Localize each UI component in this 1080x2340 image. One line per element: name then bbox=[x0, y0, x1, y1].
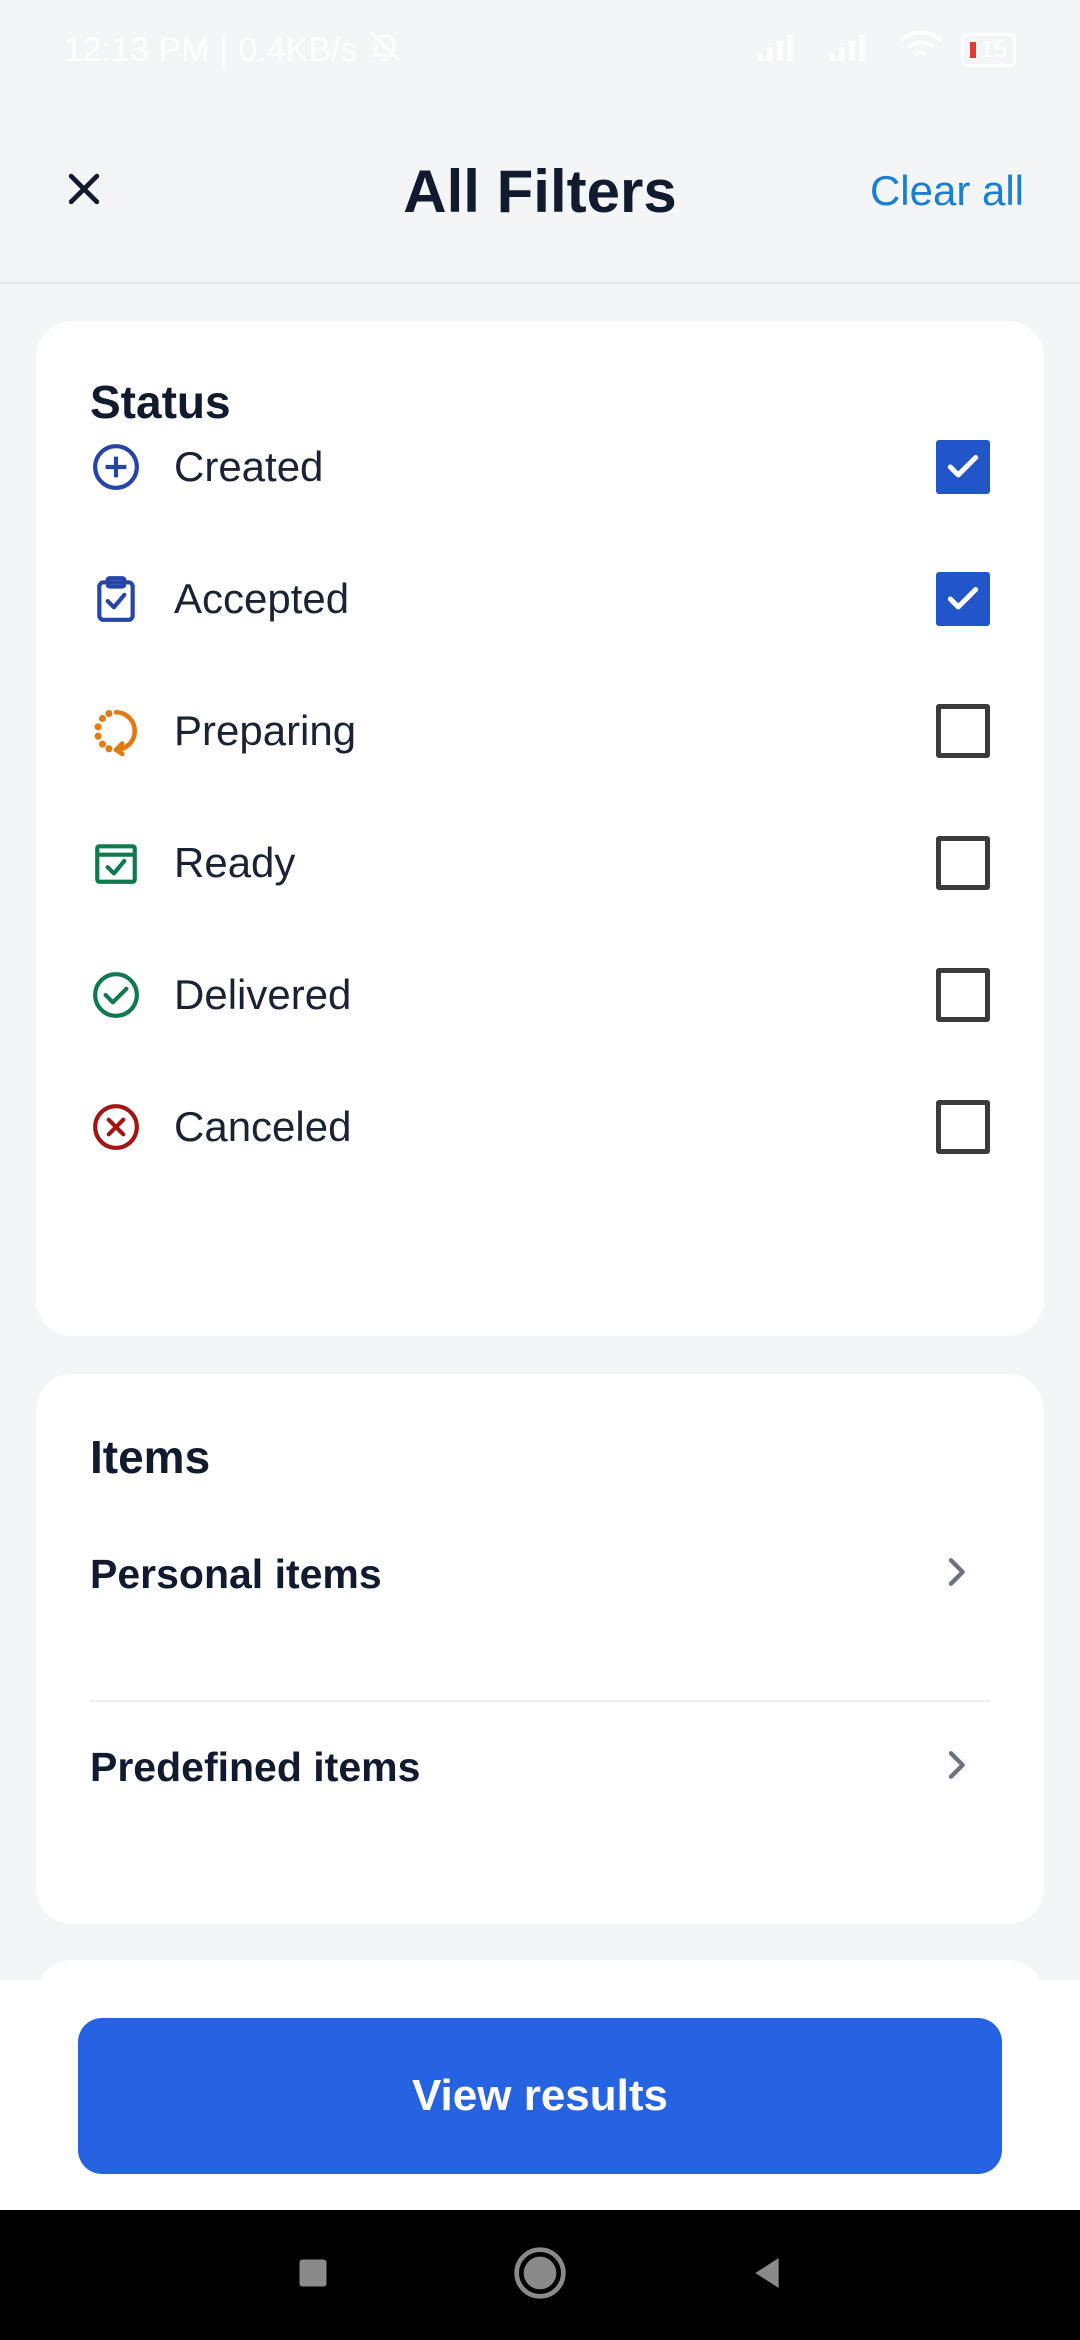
back-triangle-icon bbox=[747, 2253, 787, 2298]
box-check-icon bbox=[90, 837, 142, 889]
items-row-predefined[interactable]: Predefined items bbox=[90, 1707, 990, 1827]
home-button[interactable] bbox=[500, 2235, 580, 2315]
status-row-preparing[interactable]: Preparing bbox=[90, 681, 990, 781]
close-icon bbox=[62, 167, 106, 216]
chevron-right-icon bbox=[936, 1552, 976, 1597]
status-right: 15 bbox=[755, 29, 1016, 72]
status-bar: 12:13 PM | 0.4KB/s 15 bbox=[0, 0, 1080, 100]
checkbox-delivered[interactable] bbox=[936, 968, 990, 1022]
status-left: 12:13 PM | 0.4KB/s bbox=[64, 28, 403, 73]
status-label-preparing: Preparing bbox=[174, 707, 357, 754]
chevron-right-icon bbox=[936, 1745, 976, 1790]
checkbox-ready[interactable] bbox=[936, 836, 990, 890]
recents-button[interactable] bbox=[273, 2235, 353, 2315]
checkbox-preparing[interactable] bbox=[936, 704, 990, 758]
status-label-created: Created bbox=[174, 443, 324, 490]
footer: View results bbox=[0, 1980, 1080, 2210]
square-icon bbox=[295, 2255, 331, 2296]
items-label-personal: Personal items bbox=[90, 1550, 382, 1597]
battery-level: 15 bbox=[980, 36, 1007, 63]
checkbox-created[interactable] bbox=[936, 440, 990, 494]
status-row-delivered[interactable]: Delivered bbox=[90, 945, 990, 1045]
status-label-delivered: Delivered bbox=[174, 971, 352, 1018]
checkbox-accepted[interactable] bbox=[936, 572, 990, 626]
clear-all-link[interactable]: Clear all bbox=[870, 167, 1024, 215]
home-circle-icon bbox=[512, 2245, 568, 2306]
clipboard-check-icon bbox=[90, 573, 142, 625]
plus-circle-icon bbox=[90, 441, 142, 493]
status-row-canceled[interactable]: Canceled bbox=[90, 1077, 990, 1177]
signal-icon bbox=[755, 31, 809, 70]
status-row-accepted[interactable]: Accepted bbox=[90, 549, 990, 649]
status-label-canceled: Canceled bbox=[174, 1103, 352, 1150]
status-time: 12:13 PM bbox=[64, 30, 210, 69]
status-card: Status Created Accepted Preparing Ready bbox=[36, 321, 1044, 1336]
battery-icon: 15 bbox=[961, 33, 1016, 67]
items-card: Items Personal items Predefined items bbox=[36, 1374, 1044, 1924]
status-speed: 0.4KB/s bbox=[238, 30, 358, 69]
status-label-ready: Ready bbox=[174, 839, 296, 886]
page-title: All Filters bbox=[403, 157, 677, 225]
signal-icon-2 bbox=[827, 31, 881, 70]
view-results-button[interactable]: View results bbox=[78, 2018, 1002, 2174]
system-nav-bar bbox=[0, 2210, 1080, 2340]
bell-off-icon bbox=[367, 28, 403, 73]
header: All Filters Clear all bbox=[0, 100, 1080, 284]
checkbox-canceled[interactable] bbox=[936, 1100, 990, 1154]
items-section-title: Items bbox=[90, 1431, 211, 1483]
back-button[interactable] bbox=[727, 2235, 807, 2315]
items-divider bbox=[90, 1700, 990, 1702]
refresh-dotted-icon bbox=[90, 705, 142, 757]
items-label-predefined: Predefined items bbox=[90, 1743, 421, 1790]
status-row-created[interactable]: Created bbox=[90, 417, 990, 517]
check-circle-icon bbox=[90, 969, 142, 1021]
x-circle-icon bbox=[90, 1101, 142, 1153]
close-button[interactable] bbox=[52, 159, 116, 223]
items-row-personal[interactable]: Personal items bbox=[90, 1514, 990, 1634]
wifi-icon bbox=[899, 29, 943, 72]
status-separator: | bbox=[219, 30, 229, 69]
status-row-ready[interactable]: Ready bbox=[90, 813, 990, 913]
status-label-accepted: Accepted bbox=[174, 575, 350, 622]
